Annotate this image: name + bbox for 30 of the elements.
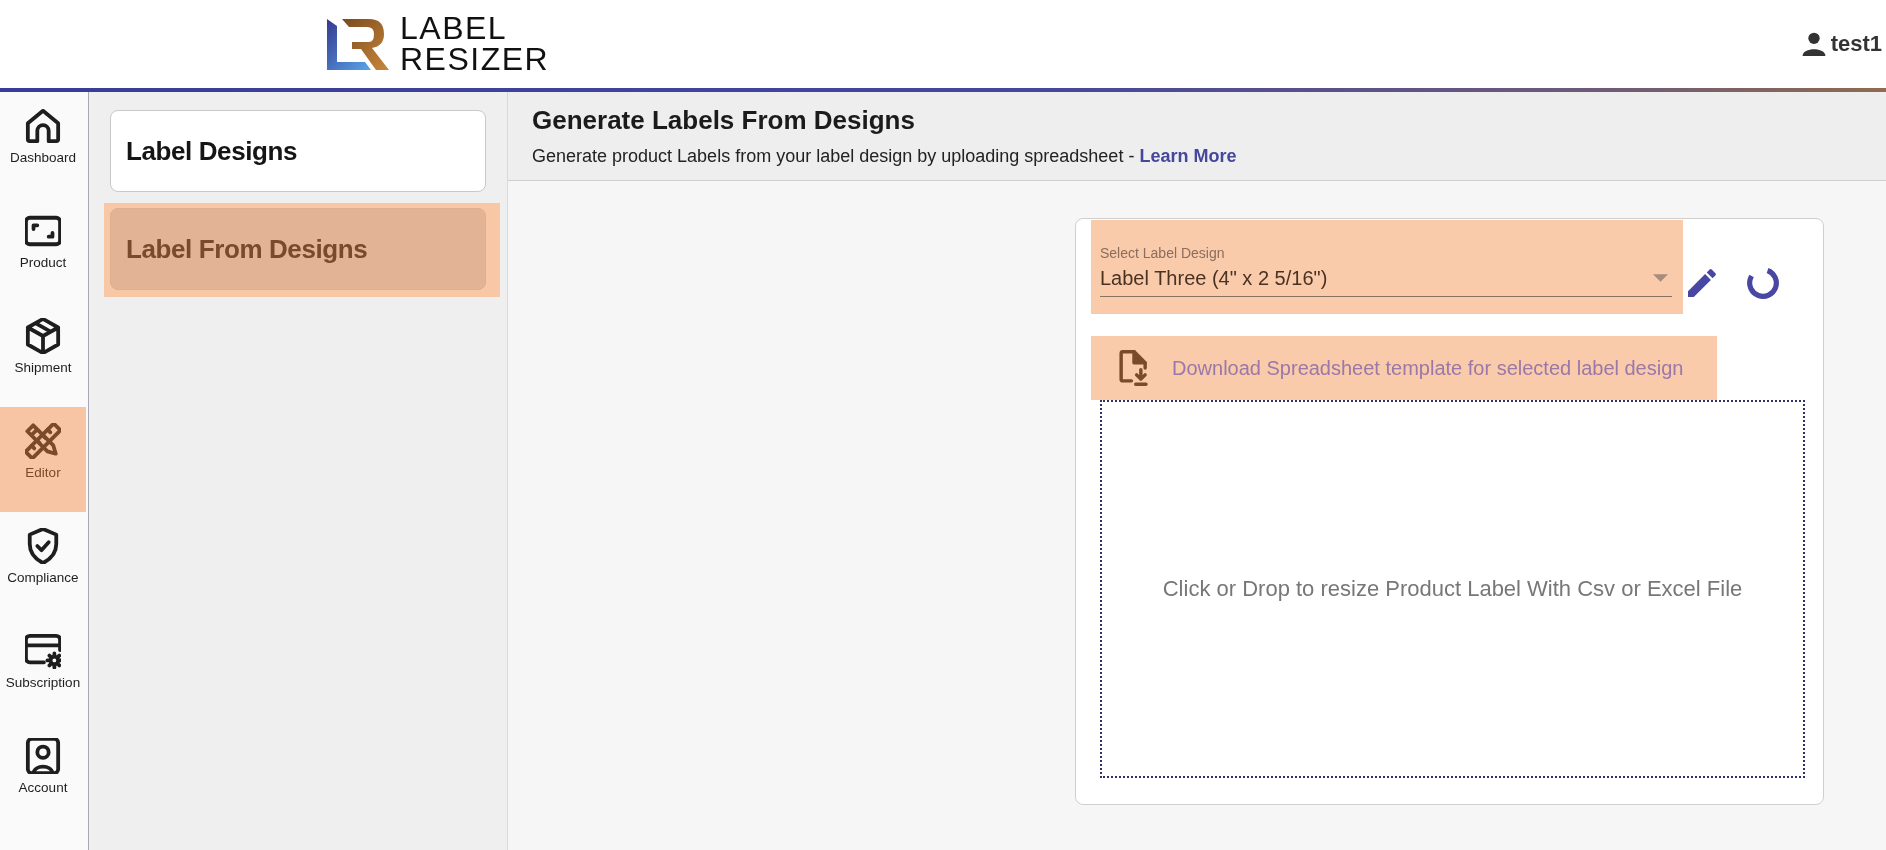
learn-more-link[interactable]: Learn More xyxy=(1139,146,1237,166)
page-subtitle: Generate product Labels from your label design by uploading spreadsheet - Learn More xyxy=(532,145,1238,167)
nav-item[interactable]: Compliance xyxy=(0,512,86,617)
shield-check-icon xyxy=(25,528,61,564)
home-icon xyxy=(25,108,61,144)
portrait-icon xyxy=(25,738,61,774)
pencil-icon[interactable] xyxy=(1688,269,1716,297)
nav-item[interactable]: Editor xyxy=(0,407,86,512)
nav-item[interactable]: Dashboard xyxy=(0,92,86,197)
box-icon xyxy=(25,318,61,354)
user-icon xyxy=(1801,32,1826,56)
ruler-pencil-icon xyxy=(25,423,61,459)
frame-icon xyxy=(25,213,61,249)
logo-text: RESIZER xyxy=(400,44,550,75)
nav-item[interactable]: Product xyxy=(0,197,86,302)
caret-icon xyxy=(1653,274,1668,282)
file-dropzone[interactable]: Click or Drop to resize Product Label With Csv or Excel File xyxy=(1100,400,1805,778)
spinner-icon xyxy=(1747,267,1779,299)
label-design-select[interactable]: Select Label Design Label Three (4" x 2 5/16") xyxy=(1091,220,1683,314)
logo-mark-icon xyxy=(327,16,391,72)
submenu-item[interactable]: Label Designs xyxy=(110,110,486,192)
user-name[interactable]: test1 xyxy=(1830,31,1882,57)
file-download-icon xyxy=(1118,350,1150,386)
nav-item[interactable]: Account xyxy=(0,722,86,827)
nav-item[interactable]: Shipment xyxy=(0,302,86,407)
page-title: Generate Labels From Designs xyxy=(532,105,916,135)
submenu-item[interactable]: Label From Designs xyxy=(104,203,500,297)
nav-item[interactable]: Subscription xyxy=(0,617,86,722)
logo-text: LABEL xyxy=(400,13,509,44)
card-gear-icon xyxy=(25,633,61,669)
